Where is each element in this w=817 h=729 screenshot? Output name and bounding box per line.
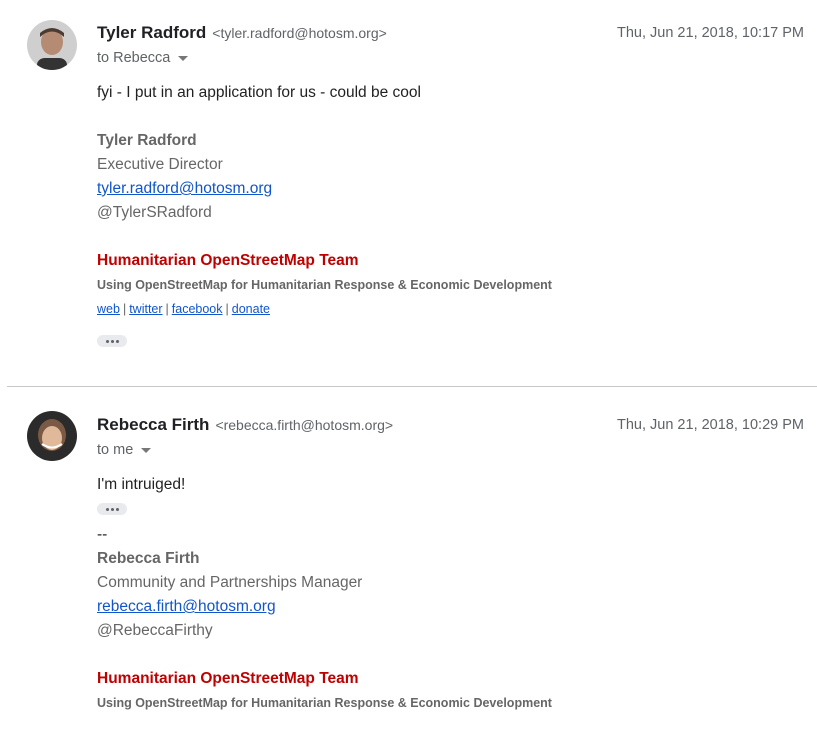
message-divider [7,386,817,387]
signature-tagline: Using OpenStreetMap for Humanitarian Res… [97,278,552,292]
signature-handle: @RebeccaFirthy [97,622,213,639]
signature-tagline: Using OpenStreetMap for Humanitarian Res… [97,696,552,710]
sender-avatar[interactable] [27,20,77,70]
message-date: Thu, Jun 21, 2018, 10:29 PM [616,417,804,433]
signature-title: Executive Director [97,156,223,173]
message-body: fyi - I put in an application for us - c… [97,84,421,101]
facebook-link[interactable]: facebook [172,302,223,316]
show-trimmed-content-button[interactable] [97,335,127,347]
signature-links: web | twitter | facebook | donate [97,302,270,316]
sender-email: <rebecca.firth@hotosm.org> [215,417,394,433]
signature-email-link[interactable]: rebecca.firth@hotosm.org [97,598,276,616]
sender-name: Tyler Radford <tyler.radford@hotosm.org> [97,23,387,42]
recipients-toggle[interactable]: to Rebecca [97,50,189,66]
dot-icon [110,339,114,343]
show-trimmed-content-button[interactable] [97,503,127,515]
sender-avatar[interactable] [27,411,77,461]
sender-name: Rebecca Firth <rebecca.firth@hotosm.org> [97,415,394,434]
message-body: I'm intruiged! [97,476,186,493]
twitter-link[interactable]: twitter [129,302,162,316]
sender-email: <tyler.radford@hotosm.org> [212,25,387,41]
dot-icon [110,507,114,511]
link-separator: | [165,302,169,316]
signature-dashes: -- [97,526,108,543]
donate-link[interactable]: donate [232,302,270,316]
link-separator: | [225,302,229,316]
dot-icon [105,339,109,343]
message-date: Thu, Jun 21, 2018, 10:17 PM [616,25,804,41]
signature-title: Community and Partnerships Manager [97,574,363,591]
chevron-down-icon [178,55,189,61]
web-link[interactable]: web [97,302,120,316]
recipients-toggle[interactable]: to me [97,442,152,458]
link-separator: | [122,302,127,316]
signature-org: Humanitarian OpenStreetMap Team [97,252,359,269]
signature-org: Humanitarian OpenStreetMap Team [97,670,359,687]
signature-email-link[interactable]: tyler.radford@hotosm.org [97,180,272,198]
dot-icon [115,339,119,343]
signature-name: Rebecca Firth [97,550,200,567]
signature-name: Tyler Radford [97,132,197,149]
signature-handle: @TylerSRadford [97,204,212,221]
dot-icon [105,507,109,511]
chevron-down-icon [141,447,152,453]
dot-icon [115,507,119,511]
